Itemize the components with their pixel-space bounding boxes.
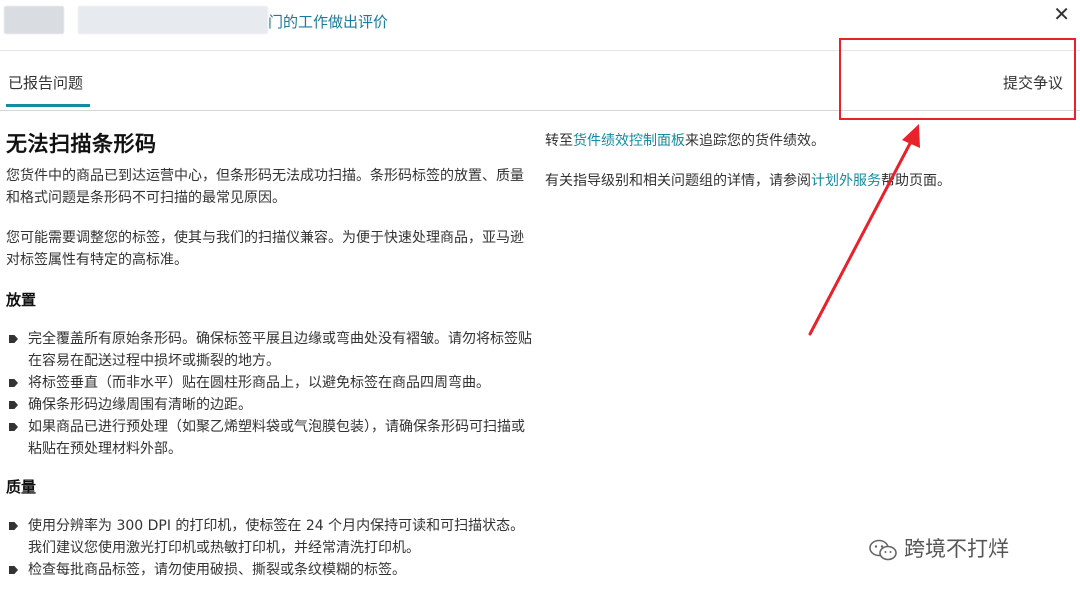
issue-guidance: 您可能需要调整您的标签，使其与我们的扫描仪兼容。为便于快速处理商品，亚马逊对标签… [6,230,524,268]
related-links: 转至货件绩效控制面板来追踪您的货件绩效。 有关指导级别和相关问题组的详情，请参阅… [545,130,1045,210]
shipment-dashboard-link[interactable]: 货件绩效控制面板 [573,133,685,149]
tab-reported-issues[interactable]: 已报告问题 [8,72,83,93]
list-item: 如果商品已进行预处理（如聚乙烯塑料袋或气泡膜包装），请确保条形码可扫描或粘贴在预… [6,416,536,460]
section-heading-placement: 放置 [6,291,37,309]
guidance-levels-text: 有关指导级别和相关问题组的详情，请参阅计划外服务帮助页面。 [545,170,1045,192]
dialog: 门的工作做出评价 ✕ 已报告问题 提交争议 无法扫描条形码 您货件中的商品已到达… [0,0,1080,597]
annotation-box [839,38,1076,120]
issue-details: 无法扫描条形码 您货件中的商品已到达运营中心，但条形码无法成功扫描。条形码标签的… [6,128,536,597]
wechat-icon [869,539,897,561]
section-heading-quality: 质量 [6,478,37,496]
redacted-text [4,6,64,34]
watermark-text: 跨境不打烊 [904,537,1009,561]
watermark: 跨境不打烊 [868,533,1009,563]
list-item: 将标签垂直（而非水平）贴在圆柱形商品上，以避免标签在商品四周弯曲。 [6,372,536,394]
text-suffix: 来追踪您的货件绩效。 [685,133,825,149]
header-title-link[interactable]: 门的工作做出评价 [268,11,388,32]
list-item: 使用分辨率为 300 DPI 的打印机，使标签在 24 个月内保持可读和可扫描状… [6,515,536,559]
unplanned-services-link[interactable]: 计划外服务 [811,173,881,189]
text-prefix: 有关指导级别和相关问题组的详情，请参阅 [545,173,811,189]
list-item: 检查每批商品标签，请勿使用破损、撕裂或条纹模糊的标签。 [6,559,536,581]
close-icon[interactable]: ✕ [1053,4,1070,24]
issue-description: 您货件中的商品已到达运营中心，但条形码无法成功扫描。条形码标签的放置、质量和格式… [6,168,524,206]
redacted-text [78,6,268,34]
issue-title: 无法扫描条形码 [6,132,157,156]
text-prefix: 转至 [545,133,573,149]
placement-list: 完全覆盖所有原始条形码。确保标签平展且边缘或弯曲处没有褶皱。请勿将标签贴在容易在… [6,328,536,460]
list-item: 确保条形码边缘周围有清晰的边距。 [6,394,536,416]
active-tab-indicator [6,104,90,107]
shipment-performance-text: 转至货件绩效控制面板来追踪您的货件绩效。 [545,130,1045,152]
quality-list: 使用分辨率为 300 DPI 的打印机，使标签在 24 个月内保持可读和可扫描状… [6,515,536,581]
list-item: 完全覆盖所有原始条形码。确保标签平展且边缘或弯曲处没有褶皱。请勿将标签贴在容易在… [6,328,536,372]
text-suffix: 帮助页面。 [881,173,951,189]
